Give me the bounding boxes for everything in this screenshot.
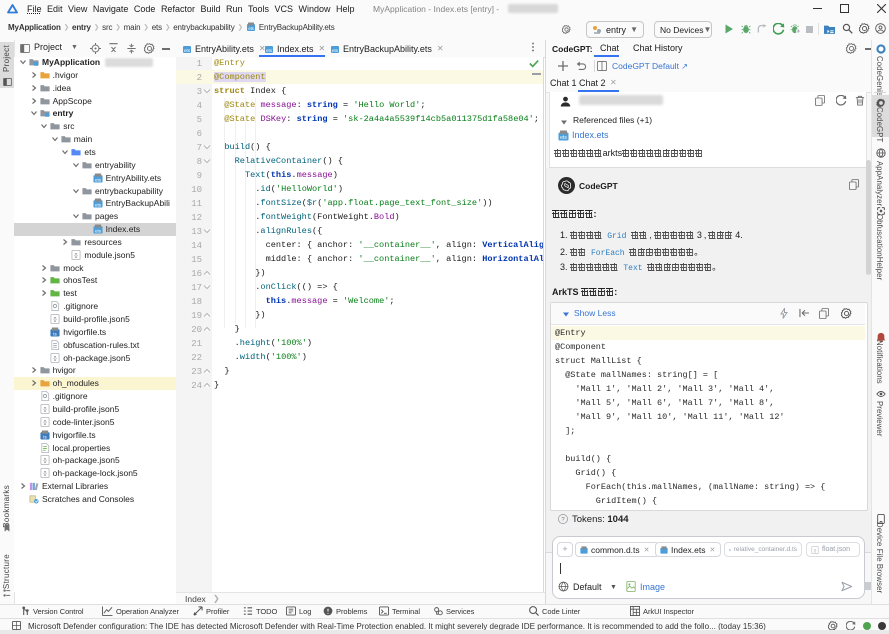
svg-text:ets: ets bbox=[95, 228, 102, 233]
svg-text:?: ? bbox=[561, 517, 565, 523]
svg-text:ets: ets bbox=[95, 203, 102, 208]
svg-text:ets: ets bbox=[266, 48, 273, 53]
svg-text:ets: ets bbox=[248, 26, 253, 31]
svg-text:ets: ets bbox=[95, 177, 102, 182]
svg-text:{}: {} bbox=[54, 317, 58, 323]
svg-text:ets: ets bbox=[332, 48, 339, 53]
svg-text:{}: {} bbox=[54, 355, 58, 361]
svg-text:ets: ets bbox=[560, 135, 567, 141]
svg-text:{}: {} bbox=[43, 407, 47, 413]
svg-text:{}: {} bbox=[43, 420, 47, 426]
svg-text:{}: {} bbox=[43, 471, 47, 477]
svg-text:ets: ets bbox=[184, 48, 191, 53]
svg-text:{}: {} bbox=[75, 253, 79, 259]
svg-text:{}: {} bbox=[43, 458, 47, 464]
